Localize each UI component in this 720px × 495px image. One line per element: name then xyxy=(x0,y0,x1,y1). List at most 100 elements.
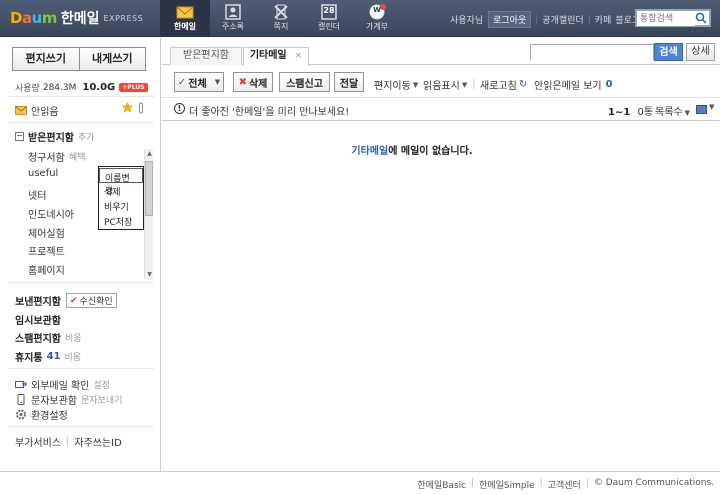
nav-hanmail-label: 한메일 xyxy=(173,22,197,31)
trash-folder[interactable]: 휴지통 41 비움 xyxy=(15,349,81,364)
hanmail-basic-link[interactable]: 한메일Basic xyxy=(417,478,466,491)
note-icon xyxy=(274,4,288,20)
chevron-down-icon[interactable]: ▼ xyxy=(709,103,714,111)
folder-item[interactable]: 프로젝트 xyxy=(28,243,65,258)
write-mail-button[interactable]: 편지쓰기 xyxy=(13,48,79,70)
select-all-button[interactable]: ✓ 전체 ▼ xyxy=(174,72,224,92)
folder-item[interactable]: 인도네시아 xyxy=(28,206,74,221)
list-count-dropdown[interactable]: 목록수 ▼ xyxy=(655,103,690,118)
delete-menu-item[interactable]: 삭제 xyxy=(99,183,143,198)
empty-spam-link[interactable]: 비움 xyxy=(65,331,82,344)
view-mode-icon[interactable] xyxy=(696,105,707,114)
folder-item[interactable]: 제어실험 xyxy=(28,225,65,240)
page-range: 1~1 0통 xyxy=(608,107,654,118)
service-name: 한메일 xyxy=(60,11,100,27)
mail-total: 0통 xyxy=(637,107,654,118)
advanced-search-button[interactable]: 상세 xyxy=(686,43,715,61)
unread-count: 0 xyxy=(605,79,613,90)
customer-center-link[interactable]: 고객센터 xyxy=(548,478,581,491)
copyright: © Daum Communications. xyxy=(593,478,714,488)
mail-search-button[interactable]: 검색 xyxy=(654,43,683,61)
send-sms-link[interactable]: 문자보내기 xyxy=(81,393,122,406)
unread-filter[interactable]: 안읽음 xyxy=(15,103,59,118)
quota-used: 284.3M xyxy=(42,82,77,93)
mark-read-dropdown[interactable]: 읽음표시 ▼ xyxy=(423,77,467,93)
info-bar: ! 더 좋아진 '한메일'을 미리 만나보세요! 1~1 0통 목록수 ▼ ▼ xyxy=(162,99,720,121)
nav-household-ledger[interactable]: W 가계부 xyxy=(352,0,402,37)
add-folder-link[interactable]: 추가 xyxy=(78,130,95,143)
rename-menu-item[interactable]: 이름변경 xyxy=(99,168,143,197)
logout-button[interactable]: 로그아웃 xyxy=(488,11,532,28)
divider xyxy=(8,426,154,427)
external-mail-icon xyxy=(15,381,27,388)
inbox-folder[interactable]: − 받은편지함 추가 xyxy=(15,129,95,144)
folder-tab-bar: 받은편지함 기타메일 × 검색 상세 xyxy=(162,38,720,66)
folder-item[interactable]: 청구서함 혜택 xyxy=(28,149,85,164)
nav-notes[interactable]: 쪽지 xyxy=(256,0,306,37)
divider xyxy=(8,368,154,369)
spam-report-button[interactable]: 스팸신고 xyxy=(279,72,330,92)
spam-folder[interactable]: 스팸편지함 비움 xyxy=(15,330,82,345)
show-unread-toggle[interactable]: 안읽은메일 보기 0 xyxy=(534,77,613,92)
public-calendar-link[interactable]: 공개캘린더 xyxy=(542,13,583,26)
move-mail-dropdown[interactable]: 편지이동 ▼ xyxy=(374,77,419,93)
nav-calendar-label: 캘린더 xyxy=(317,22,341,31)
mail-search-box xyxy=(530,44,654,60)
scroll-up-arrow[interactable]: ▲ xyxy=(145,149,154,158)
refresh-button[interactable]: 새로고침 ↻ xyxy=(480,77,527,92)
sent-folder[interactable]: 보낸편지함 ✔ 수신확인 xyxy=(15,293,117,308)
global-search-input[interactable] xyxy=(637,12,695,26)
divider xyxy=(8,282,154,283)
global-search-box xyxy=(635,9,711,27)
frequent-ids-link[interactable]: 자주쓰는ID xyxy=(74,434,121,449)
folder-item[interactable]: 홈페이지 xyxy=(28,262,65,277)
promo-message[interactable]: 더 좋아진 '한메일'을 미리 만나보세요! xyxy=(189,103,349,118)
forward-button[interactable]: 전달 xyxy=(334,72,364,92)
folder-item[interactable]: 넷터 xyxy=(28,187,46,202)
nav-contacts-label: 주소록 xyxy=(221,22,245,31)
hanmail-simple-link[interactable]: 한메일Simple xyxy=(479,478,535,491)
scroll-down-arrow[interactable]: ▼ xyxy=(145,270,154,279)
folder-scrollbar[interactable]: ▲ ▼ xyxy=(144,149,153,279)
nav-household-ledger-label: 가계부 xyxy=(365,22,389,31)
settings-link[interactable]: 환경설정 xyxy=(15,407,68,422)
empty-trash-link[interactable]: 비움 xyxy=(65,350,82,363)
drafts-folder[interactable]: 임시보관함 xyxy=(15,312,61,327)
chevron-down-icon: ▼ xyxy=(412,80,419,89)
contacts-icon xyxy=(225,4,241,20)
read-receipt-button[interactable]: ✔ 수신확인 xyxy=(66,293,117,308)
nav-hanmail[interactable]: 한메일 xyxy=(160,0,210,37)
scroll-thumb[interactable] xyxy=(145,161,153,216)
pc-save-menu-item[interactable]: PC저장 xyxy=(99,213,143,228)
nav-calendar[interactable]: 28 캘린더 xyxy=(304,0,354,37)
quota-plus-badge[interactable]: +PLUS xyxy=(119,83,148,92)
unread-label: 안읽음 xyxy=(31,107,59,118)
mail-search-input[interactable] xyxy=(531,46,653,60)
tab-other-mail[interactable]: 기타메일 × xyxy=(243,47,309,66)
nav-contacts[interactable]: 주소록 xyxy=(208,0,258,37)
external-mail-link[interactable]: 외부메일 확인 설정 xyxy=(15,377,110,392)
external-mail-settings-link[interactable]: 설정 xyxy=(93,378,110,391)
extra-services-link[interactable]: 부가서비스 xyxy=(15,434,61,449)
write-to-self-button[interactable]: 내게쓰기 xyxy=(78,48,145,70)
main-content: 받은편지함 기타메일 × 검색 상세 ✓ 전체 ▼ ✖ 삭제 스팸신고 전달 편지… xyxy=(162,38,720,471)
bottom-links: 부가서비스 | 자주쓰는ID xyxy=(15,434,122,449)
folder-item[interactable]: useful xyxy=(28,168,58,179)
close-tab-icon[interactable]: × xyxy=(295,51,303,61)
attachment-icon[interactable] xyxy=(137,102,145,114)
delete-button[interactable]: ✖ 삭제 xyxy=(233,72,273,92)
collapse-icon[interactable]: − xyxy=(15,132,24,141)
sms-box-link[interactable]: 문자보관함 문자보내기 xyxy=(15,392,122,407)
empty-folder-name: 기타메일 xyxy=(351,146,389,157)
cafe-link[interactable]: 카페 xyxy=(595,13,612,26)
divider xyxy=(8,122,154,123)
search-icon[interactable] xyxy=(695,12,707,24)
calendar-day: 28 xyxy=(323,6,335,15)
star-icon[interactable] xyxy=(122,102,133,113)
daum-hanmail-logo[interactable]: Daum 한메일 EXPRESS xyxy=(10,8,143,28)
sidebar: 편지쓰기 내게쓰기 사용량 284.3M 10.0G +PLUS 안읽음 − 받… xyxy=(0,38,161,471)
inbox-label: 받은편지함 xyxy=(28,133,74,144)
check-icon: ✔ xyxy=(70,295,78,306)
empty-menu-item[interactable]: 비우기 xyxy=(99,198,143,213)
tab-inbox[interactable]: 받은편지함 xyxy=(170,47,242,65)
